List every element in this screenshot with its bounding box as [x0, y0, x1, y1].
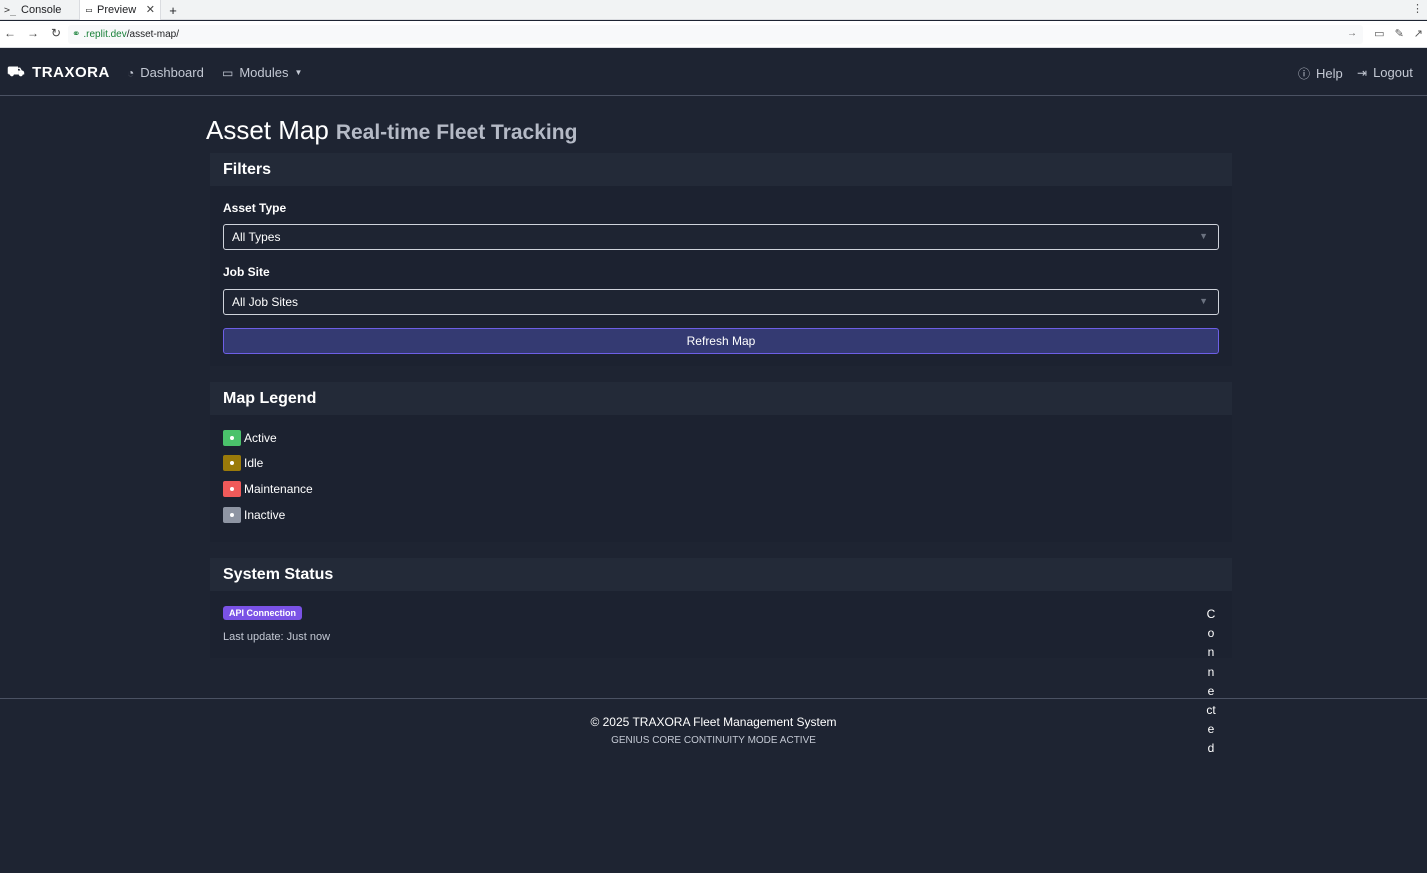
nav-dashboard-label: Dashboard [140, 65, 204, 80]
back-arrow-icon[interactable]: ← [2, 26, 18, 40]
brand-name: TRAXORA [32, 64, 110, 81]
chevron-down-icon: ▼ [1199, 296, 1208, 306]
truck-icon: ⛟ [7, 63, 26, 79]
reload-icon[interactable]: ↻ [48, 26, 64, 40]
nav-logout-label: Logout [1373, 65, 1413, 80]
page-title: Asset Map Real-time Fleet Tracking [206, 115, 577, 146]
help-circle-icon: ⓘ [1298, 67, 1311, 81]
legend-swatch [223, 507, 241, 523]
nav-help[interactable]: ⓘ Help [1298, 65, 1343, 82]
job-site-value: All Job Sites [232, 295, 299, 309]
tab-console-label: Console [21, 4, 62, 16]
tab-preview[interactable]: ▭ Preview ✕ [79, 0, 161, 20]
legend-item-idle: Idle [223, 455, 263, 471]
legend-label: Maintenance [244, 482, 313, 496]
open-external-icon[interactable]: ↗ [1414, 27, 1423, 40]
forward-arrow-icon[interactable]: → [25, 26, 41, 40]
nav-modules-label: Modules [239, 65, 289, 80]
go-arrow-icon[interactable]: → [1347, 28, 1357, 39]
legend-swatch [223, 455, 241, 471]
asset-type-value: All Types [232, 230, 281, 244]
new-tab-button[interactable]: + [166, 0, 180, 20]
footer-copyright: © 2025 TRAXORA Fleet Management System [590, 715, 837, 729]
legend-item-active: Active [223, 430, 277, 446]
logout-icon: ⇥ [1357, 65, 1368, 80]
browser-addressbar: ← → ↻ ⚭ .replit.dev /asset-map/ → ▭ ✎ ↗ [0, 21, 1427, 48]
asset-type-select[interactable]: All Types ▼ [223, 224, 1219, 250]
legend-label: Active [244, 431, 277, 445]
device-icon[interactable]: ▭ [1374, 27, 1384, 40]
nav-logout[interactable]: ⇥ Logout [1357, 65, 1413, 80]
legend-item-maintenance: Maintenance [223, 481, 313, 497]
browser-tabbar: >_ Console ▭ Preview ✕ + ⋮ [0, 0, 1427, 20]
system-status-card: System Status API Connection Last update… [210, 558, 1232, 658]
brand[interactable]: ⛟ TRAXORA [7, 63, 110, 82]
chevron-down-icon: ▼ [1199, 231, 1208, 241]
legend-label: Inactive [244, 508, 286, 522]
refresh-map-button[interactable]: Refresh Map [223, 328, 1219, 354]
monitor-icon: ▭ [86, 4, 93, 16]
browser-tools: ▭ ✎ ↗ [1374, 27, 1423, 40]
map-legend-card: Map Legend Active Idle Maintenance Inact… [210, 382, 1232, 542]
status-badge: API Connection [223, 606, 302, 620]
status-header: System Status [210, 558, 1232, 591]
job-site-select[interactable]: All Job Sites ▼ [223, 289, 1219, 315]
nav-modules-dropdown[interactable]: ▭ Modules ▼ [222, 65, 302, 80]
url-host: .replit.dev [83, 29, 127, 40]
tab-preview-label: Preview [97, 4, 137, 16]
page-subtitle: Real-time Fleet Tracking [335, 121, 578, 144]
job-site-label: Job Site [223, 265, 270, 279]
last-update-text: Last update: Just now [223, 631, 331, 643]
url-input[interactable]: ⚭ .replit.dev /asset-map/ → [68, 25, 1363, 44]
wrench-icon[interactable]: ✎ [1395, 27, 1404, 40]
filters-header: Filters [210, 153, 1232, 186]
gauge-icon: ◔ [127, 65, 135, 80]
link-icon: ⚭ [72, 29, 81, 40]
app-navbar: ⛟ TRAXORA ◔ Dashboard ▭ Modules ▼ ⓘ Help… [0, 49, 1427, 96]
more-vert-icon[interactable]: ⋮ [1412, 2, 1423, 15]
legend-swatch [223, 481, 241, 497]
caret-down-icon: ▼ [294, 68, 303, 77]
tab-console[interactable]: >_ Console [4, 0, 78, 20]
legend-header: Map Legend [210, 382, 1232, 415]
page-title-main: Asset Map [206, 115, 329, 145]
url-path: /asset-map/ [126, 29, 179, 40]
nav-dashboard[interactable]: ◔ Dashboard [127, 65, 204, 80]
folder-icon: ▭ [222, 65, 234, 80]
terminal-icon: >_ [4, 4, 17, 16]
asset-type-label: Asset Type [223, 201, 287, 215]
filters-card: Filters Asset Type All Types ▼ Job Site … [210, 153, 1232, 366]
legend-item-inactive: Inactive [223, 507, 285, 523]
nav-help-label: Help [1316, 66, 1343, 81]
legend-swatch [223, 430, 241, 446]
footer-mode: GENIUS CORE CONTINUITY MODE ACTIVE [611, 735, 816, 746]
legend-label: Idle [244, 456, 264, 470]
footer: © 2025 TRAXORA Fleet Management System G… [0, 698, 1427, 873]
close-icon[interactable]: ✕ [146, 3, 155, 16]
